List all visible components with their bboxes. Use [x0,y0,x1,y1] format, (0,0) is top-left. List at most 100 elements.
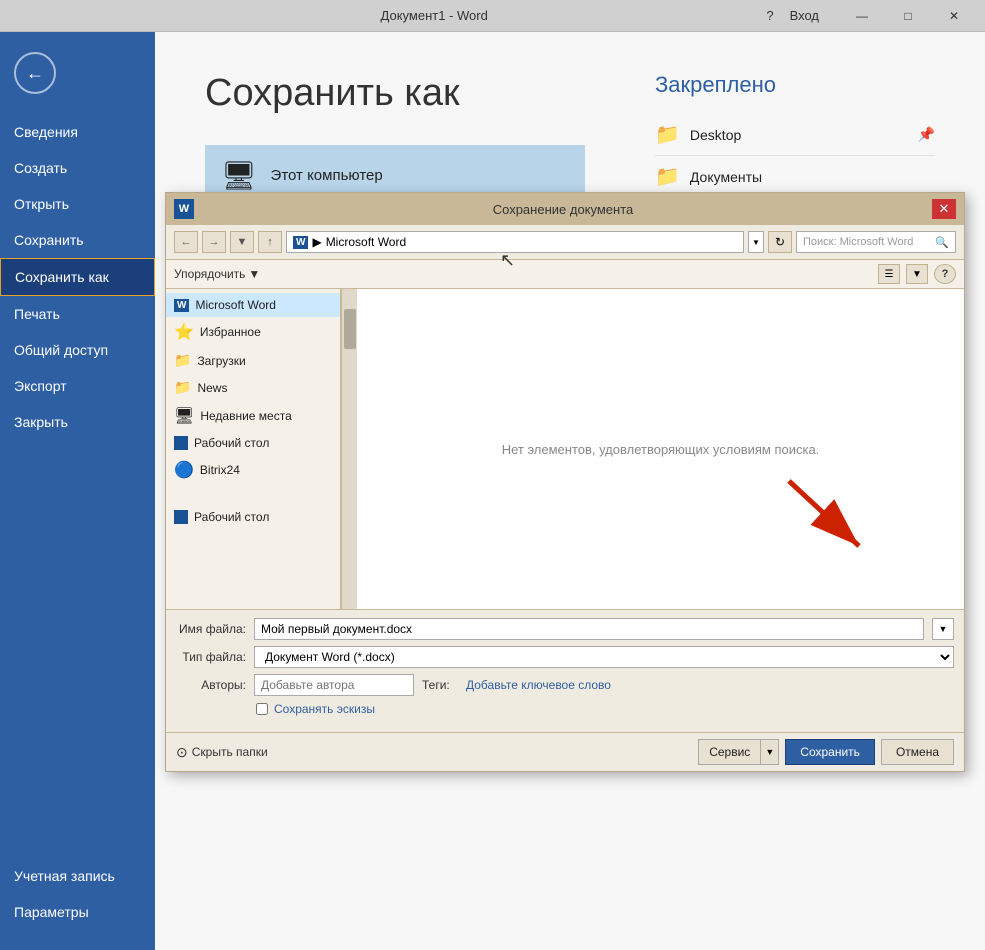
addr-back-button[interactable]: ← [174,231,198,253]
cancel-button[interactable]: Отмена [881,739,954,765]
nav-item-recent[interactable]: 🖥 Недавние места [166,401,340,431]
computer-icon: 🖥 [221,159,257,192]
sidebar-item-options[interactable]: Параметры [0,894,155,930]
addr-path-text: Microsoft Word [326,235,406,249]
documents-folder-icon: 📁 [655,164,680,189]
filename-row: Имя файла: ▼ [176,618,954,640]
login-button[interactable]: Вход [780,8,829,23]
nav-bitrix24-icon: 🔵 [174,460,194,480]
nav-recent-icon: 🖥 [174,406,194,426]
filetype-select[interactable]: Документ Word (*.docx) [254,646,954,668]
sidebar: ← Сведения Создать Открыть Сохранить Сох… [0,32,155,950]
thumbnail-label[interactable]: Сохранять эскизы [274,702,375,716]
addr-dropdown2-icon: ▼ [237,236,248,248]
help-icon[interactable]: ? [760,8,779,23]
view-button[interactable]: ☰ [878,264,900,284]
view-icon: ☰ [885,269,894,280]
titlebar-title: Документ1 - Word [108,8,760,23]
nav-item-downloads[interactable]: 📁 Загрузки [166,347,340,374]
nav-word-icon: W [174,299,189,312]
dialog-actions: ⊙ Скрыть папки Сервис ▼ Сохранить Отмена [166,732,964,771]
desktop-folder-icon: 📁 [655,122,680,147]
thumbnail-row: Сохранять эскизы [176,702,954,716]
filetype-label: Тип файла: [176,650,246,664]
service-button[interactable]: Сервис [698,739,761,765]
titlebar: Документ1 - Word ? Вход — □ ✕ [0,0,985,32]
thumbnail-checkbox[interactable] [256,703,268,715]
tags-label: Теги: [422,678,462,692]
show-folders-label: Скрыть папки [192,745,268,759]
nav-item-bitrix24[interactable]: 🔵 Bitrix24 [166,455,340,485]
nav-item-desktop2[interactable]: Рабочий стол [166,505,340,529]
filename-dropdown[interactable]: ▼ [932,618,954,640]
close-button[interactable]: ✕ [931,2,977,30]
nav-item-favorites[interactable]: ⭐ Избранное [166,317,340,347]
dialog-body: W Microsoft Word ⭐ Избранное 📁 Загрузки [166,289,964,609]
tags-input[interactable]: Добавьте ключевое слово [466,678,611,692]
app-container: ← Сведения Создать Открыть Сохранить Сох… [0,32,985,950]
minimize-button[interactable]: — [839,2,885,30]
addr-search-box[interactable]: Поиск: Microsoft Word 🔍 [796,231,956,253]
nav-favorites-icon: ⭐ [174,322,194,342]
dialog-title: Сохранение документа [202,202,924,217]
addr-forward-icon: → [209,236,220,248]
back-button[interactable]: ← [14,52,56,94]
nav-msword-label: Microsoft Word [195,298,275,312]
dialog-toolbar: Упорядочить ▼ ☰ ▼ ? [166,260,964,289]
save-button[interactable]: Сохранить [785,739,875,765]
show-folders-button[interactable]: ⊙ Скрыть папки [176,744,268,761]
addr-refresh-button[interactable]: ↻ [768,231,792,253]
dialog-word-icon: W [174,199,194,219]
addr-up-icon: ↑ [267,236,273,248]
sidebar-item-print[interactable]: Печать [0,296,155,332]
empty-content-message: Нет элементов, удовлетворяющих условиям … [502,442,820,457]
back-icon: ← [26,63,44,84]
nav-item-msword[interactable]: W Microsoft Word [166,293,340,317]
dialog-help-button[interactable]: ? [934,264,956,284]
dialog-close-button[interactable]: ✕ [932,199,956,219]
nav-bitrix24-label: Bitrix24 [200,463,240,477]
computer-label: Этот компьютер [271,167,383,184]
addr-dropdown2-button[interactable]: ▼ [230,231,254,253]
filename-label: Имя файла: [176,622,246,636]
service-arrow-button[interactable]: ▼ [761,739,779,765]
nav-downloads-label: Загрузки [197,354,245,368]
show-folders-icon: ⊙ [176,744,188,761]
sidebar-item-export[interactable]: Экспорт [0,368,155,404]
pinned-item-desktop[interactable]: 📁 Desktop 📌 [655,114,935,156]
sidebar-item-saveas[interactable]: Сохранить как [0,258,155,296]
sidebar-item-open[interactable]: Открыть [0,186,155,222]
organize-arrow-icon: ▼ [248,267,260,281]
view2-icon: ▼ [912,269,922,280]
nav-scrollbar-thumb [344,309,356,349]
nav-desktop-label: Рабочий стол [194,436,269,450]
pin-icon: 📌 [918,126,935,143]
sidebar-item-save[interactable]: Сохранить [0,222,155,258]
filename-input[interactable] [254,618,924,640]
addr-up-button[interactable]: ↑ [258,231,282,253]
addr-path-dropdown[interactable]: ▼ [748,231,764,253]
organize-button[interactable]: Упорядочить ▼ [174,267,260,281]
view2-button[interactable]: ▼ [906,264,928,284]
sidebar-item-info[interactable]: Сведения [0,114,155,150]
dialog-addressbar: ← → ▼ ↑ W ▶ Microsoft Word ▼ ↻ [166,225,964,260]
author-input[interactable] [254,674,414,696]
authors-tags-row: Авторы: Теги: Добавьте ключевое слово [176,674,954,696]
pinned-documents-label: Документы [690,169,935,185]
sidebar-item-new[interactable]: Создать [0,150,155,186]
nav-scrollbar[interactable] [341,289,357,609]
nav-desktop2-icon [174,510,188,524]
pinned-section: Закреплено 📁 Desktop 📌 📁 Документы [655,72,935,198]
main-content: Сохранить как 🖥 Этот компьютер 📁 Обзор З… [155,32,985,950]
tags-section: Теги: Добавьте ключевое слово [422,678,954,692]
nav-item-desktop[interactable]: Рабочий стол [166,431,340,455]
sidebar-item-share[interactable]: Общий доступ [0,332,155,368]
addr-forward-button[interactable]: → [202,231,226,253]
nav-desktop-icon [174,436,188,450]
sidebar-item-close[interactable]: Закрыть [0,404,155,440]
pinned-title: Закреплено [655,72,935,98]
pinned-desktop-label: Desktop [690,127,908,143]
nav-item-news[interactable]: 📁 News [166,374,340,401]
maximize-button[interactable]: □ [885,2,931,30]
sidebar-item-account[interactable]: Учетная запись [0,858,155,894]
